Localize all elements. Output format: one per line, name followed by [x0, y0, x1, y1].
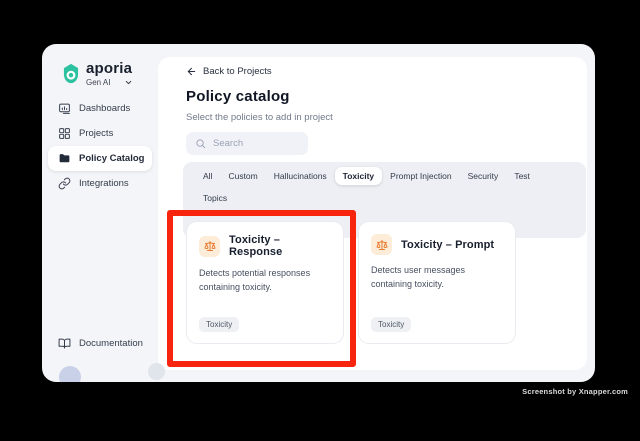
- card-header: Toxicity – Response: [199, 234, 331, 258]
- policy-tag: Toxicity: [371, 317, 412, 332]
- search-input[interactable]: [213, 138, 293, 149]
- page-title: Policy catalog: [186, 88, 290, 105]
- book-open-icon: [58, 338, 71, 349]
- page-subtitle: Select the policies to add in project: [186, 112, 333, 123]
- policy-card-title: Toxicity – Response: [229, 234, 283, 258]
- tab-topics[interactable]: Topics: [195, 189, 235, 207]
- sidebar-item-label: Dashboards: [79, 103, 131, 114]
- search-box[interactable]: [186, 132, 308, 155]
- sidebar-footer: Documentation: [48, 331, 152, 356]
- tab-test[interactable]: Test: [506, 167, 538, 185]
- tab-custom[interactable]: Custom: [220, 167, 265, 185]
- brand-name: aporia: [86, 60, 133, 77]
- policy-card-toxicity-prompt[interactable]: Toxicity – Prompt Detects user messages …: [358, 221, 516, 344]
- policy-cards: Toxicity – Response Detects potential re…: [186, 221, 516, 344]
- policy-icon-box: [199, 235, 220, 257]
- link-icon: [58, 177, 71, 190]
- sidebar-item-label: Documentation: [79, 338, 143, 349]
- chat-bubble[interactable]: [148, 363, 165, 380]
- arrow-left-icon: [187, 67, 196, 76]
- sidebar-item-label: Integrations: [79, 178, 129, 189]
- policy-card-description: Detects user messages containing toxicit…: [371, 265, 466, 289]
- tab-prompt-injection[interactable]: Prompt Injection: [382, 167, 459, 185]
- workspace-selector[interactable]: Gen AI: [86, 78, 133, 87]
- policy-card-title: Toxicity – Prompt: [401, 238, 495, 251]
- sidebar-nav: Dashboards Projects Policy Catalog Integ…: [48, 96, 152, 196]
- sidebar: aporia Gen AI Dashboards Projects Policy…: [42, 44, 158, 382]
- back-link-label: Back to Projects: [203, 66, 272, 77]
- tab-security[interactable]: Security: [460, 167, 507, 185]
- tab-toxicity[interactable]: Toxicity: [334, 167, 383, 185]
- card-header: Toxicity – Prompt: [371, 234, 503, 255]
- sidebar-item-dashboards[interactable]: Dashboards: [48, 96, 152, 121]
- folder-icon: [59, 154, 70, 163]
- chevron-down-icon: [126, 80, 132, 85]
- policy-tag: Toxicity: [199, 317, 240, 332]
- screenshot-stage: aporia Gen AI Dashboards Projects Policy…: [0, 0, 640, 441]
- sidebar-item-integrations[interactable]: Integrations: [48, 171, 152, 196]
- app-window: aporia Gen AI Dashboards Projects Policy…: [42, 44, 595, 382]
- projects-grid-icon: [59, 128, 70, 139]
- main-panel: Back to Projects Policy catalog Select t…: [158, 57, 587, 370]
- policy-icon-box: [371, 234, 392, 255]
- sidebar-item-label: Projects: [79, 128, 114, 139]
- brand-text: aporia Gen AI: [86, 60, 133, 87]
- brand: aporia Gen AI: [61, 60, 133, 87]
- screenshot-credit: Screenshot by Xnapper.com: [522, 387, 628, 396]
- back-to-projects-link[interactable]: Back to Projects: [186, 66, 272, 77]
- sidebar-item-policy-catalog[interactable]: Policy Catalog: [48, 146, 152, 171]
- scale-icon: [376, 239, 387, 250]
- sidebar-item-documentation[interactable]: Documentation: [48, 331, 152, 356]
- policy-card-description: Detects potential responses containing t…: [199, 268, 311, 292]
- search-icon: [196, 139, 206, 149]
- sidebar-item-projects[interactable]: Projects: [48, 121, 152, 146]
- policy-card-toxicity-response[interactable]: Toxicity – Response Detects potential re…: [186, 221, 344, 344]
- avatar[interactable]: [59, 366, 81, 382]
- workspace-label: Gen AI: [86, 78, 111, 87]
- aporia-logo-icon: [63, 63, 79, 84]
- scale-icon: [204, 241, 215, 251]
- tab-hallucinations[interactable]: Hallucinations: [266, 167, 335, 185]
- sidebar-item-label: Policy Catalog: [79, 153, 145, 164]
- dashboard-icon: [59, 103, 70, 114]
- tab-all[interactable]: All: [195, 167, 220, 185]
